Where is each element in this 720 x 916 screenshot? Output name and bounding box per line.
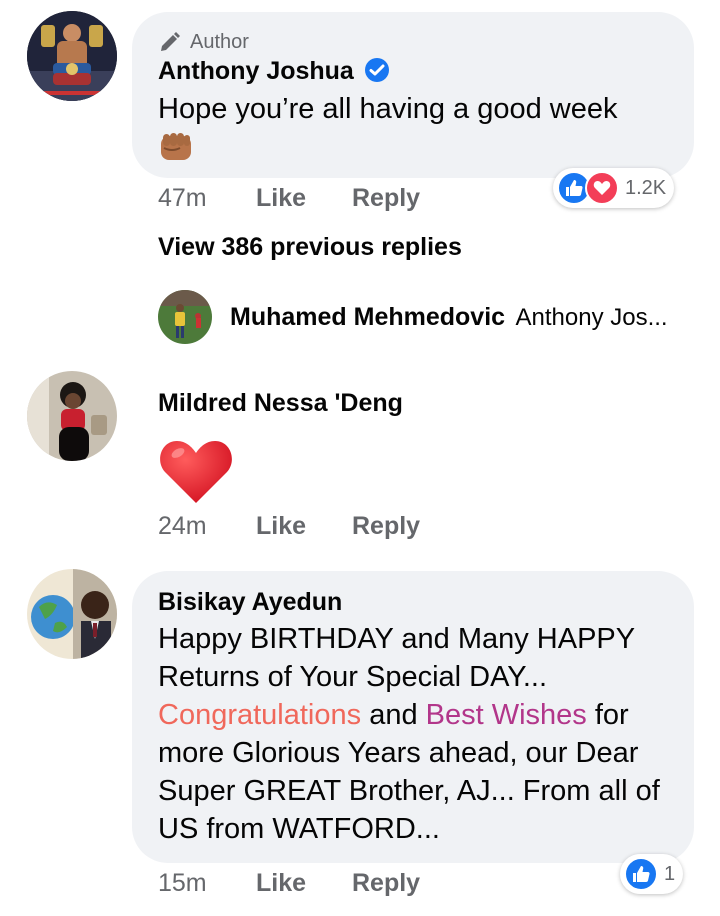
avatar-muhamed-mehmedovic[interactable] xyxy=(158,290,212,344)
red-heart-emoji-icon xyxy=(160,441,232,503)
like-button[interactable]: Like xyxy=(256,869,306,898)
reaction-count: 1.2K xyxy=(625,176,667,199)
like-button[interactable]: Like xyxy=(256,184,306,213)
avatar-anthony-joshua[interactable] xyxy=(27,11,117,101)
reaction-count: 1 xyxy=(664,862,676,885)
comment-text: Happy BIRTHDAY and Many HAPPY Returns of… xyxy=(158,620,673,848)
comment-timestamp[interactable]: 24m xyxy=(158,512,207,541)
commenter-name[interactable]: Anthony Joshua xyxy=(158,57,354,85)
author-badge-label: Author xyxy=(190,30,249,53)
verified-badge-icon xyxy=(365,58,390,82)
like-reaction-icon xyxy=(624,857,658,891)
avatar-bisikay-ayedun[interactable] xyxy=(27,569,117,659)
highlight-best-wishes[interactable]: Best Wishes xyxy=(426,699,587,731)
reactions-summary[interactable]: 1.2K xyxy=(553,168,675,208)
avatar-mildred-nessa-deng[interactable] xyxy=(27,371,117,461)
comment-bubble-bisikay-ayedun: Bisikay Ayedun Happy BIRTHDAY and Many H… xyxy=(132,571,694,863)
commenter-name[interactable]: Bisikay Ayedun xyxy=(158,588,342,617)
comment-actions-anthony-joshua: 47m Like Reply xyxy=(158,184,558,216)
comment-text-part1: Happy BIRTHDAY and Many HAPPY Returns of… xyxy=(158,623,635,693)
comment-actions-mildred: 24m Like Reply xyxy=(158,512,558,544)
commenter-name[interactable]: Mildred Nessa 'Deng xyxy=(158,389,403,418)
reactions-summary[interactable]: 1 xyxy=(620,854,684,894)
reply-author-name[interactable]: Muhamed Mehmedovic xyxy=(230,303,505,331)
fist-emoji-icon xyxy=(161,133,191,160)
comment-text-and: and xyxy=(361,699,426,731)
reply-snippet: Anthony Jos... xyxy=(515,304,668,331)
comment-timestamp[interactable]: 47m xyxy=(158,184,207,213)
pencil-icon xyxy=(161,32,180,51)
view-previous-replies-link[interactable]: View 386 previous replies xyxy=(158,233,462,262)
comment-text: Hope you’re all having a good week xyxy=(158,93,618,125)
comment-timestamp[interactable]: 15m xyxy=(158,869,207,898)
reply-button[interactable]: Reply xyxy=(352,184,420,213)
reply-button[interactable]: Reply xyxy=(352,512,420,541)
reply-preview[interactable]: Muhamed Mehmedovic Anthony Jos... xyxy=(230,303,668,332)
author-badge: Author xyxy=(158,30,249,54)
love-reaction-icon xyxy=(585,171,619,205)
reply-button[interactable]: Reply xyxy=(352,869,420,898)
like-button[interactable]: Like xyxy=(256,512,306,541)
comment-actions-bisikay: 15m Like Reply xyxy=(158,869,558,901)
highlight-congratulations[interactable]: Congratulations xyxy=(158,699,361,731)
comment-bubble-anthony-joshua: Author Anthony Joshua Hope you’re all ha… xyxy=(132,12,694,178)
